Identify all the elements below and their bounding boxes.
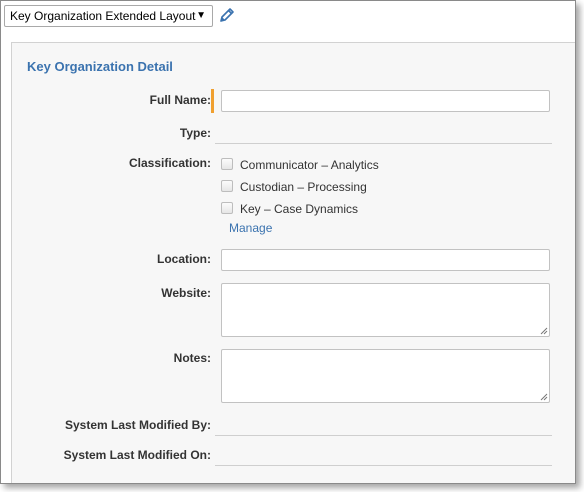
checkbox-label: Custodian – Processing [240, 180, 367, 194]
manage-link[interactable]: Manage [229, 221, 272, 235]
checkbox[interactable] [221, 202, 233, 214]
checkbox[interactable] [221, 158, 233, 170]
section-title: Key Organization Detail [27, 59, 173, 74]
required-indicator [211, 89, 214, 113]
resize-grip-icon[interactable] [540, 327, 548, 335]
full-name-input[interactable] [221, 90, 550, 112]
resize-grip-icon[interactable] [540, 393, 548, 401]
notes-label: Notes: [173, 351, 211, 365]
modified-on-value-line [215, 465, 552, 466]
website-label: Website: [161, 286, 211, 300]
location-input[interactable] [221, 249, 550, 271]
caret-down-icon: ▼ [196, 10, 206, 21]
classification-label: Classification: [128, 156, 211, 170]
type-value-line [215, 143, 552, 144]
modified-by-label: System Last Modified By: [64, 418, 211, 432]
modified-on-label: System Last Modified On: [63, 448, 211, 462]
notes-textarea[interactable] [221, 349, 550, 403]
modified-by-value-line [215, 435, 552, 436]
checkbox-label: Key – Case Dynamics [240, 202, 359, 216]
pencil-icon[interactable] [218, 6, 236, 24]
toolbar: Key Organization Extended Layout ▼ [1, 1, 575, 41]
checkbox-label: Communicator – Analytics [240, 158, 379, 172]
location-label: Location: [157, 252, 211, 266]
checkbox[interactable] [221, 180, 233, 192]
layout-select-value: Key Organization Extended Layout [10, 9, 196, 23]
detail-panel: Key Organization Detail Full Name: Type:… [11, 42, 575, 483]
type-label: Type: [179, 126, 211, 140]
layout-select[interactable]: Key Organization Extended Layout ▼ [4, 5, 213, 27]
full-name-label: Full Name: [149, 93, 211, 107]
window-frame: Key Organization Extended Layout ▼ Key O… [0, 0, 576, 484]
website-textarea[interactable] [221, 283, 550, 337]
